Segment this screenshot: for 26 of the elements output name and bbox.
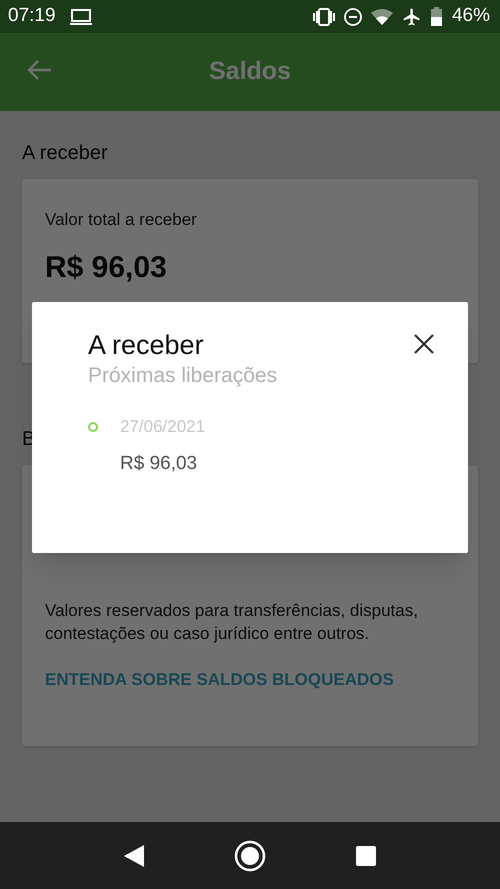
back-nav-button[interactable] <box>124 844 144 866</box>
battery-percentage: 46% <box>452 4 490 28</box>
vibrate-icon <box>312 8 335 26</box>
close-icon <box>414 334 434 354</box>
back-arrow-icon <box>26 59 52 81</box>
description: Valores reservados para transferências, disputas, contestações ou caso jurídico entre outros. <box>45 600 419 645</box>
dialog-subtitle: Próximas liberações <box>88 363 278 389</box>
airplane-icon <box>402 6 422 26</box>
battery-icon <box>430 7 442 26</box>
card-label: Valor total a receber <box>45 209 197 231</box>
amount: R$ 96,03 <box>45 250 167 286</box>
dialog-title: A receber <box>88 329 204 362</box>
page-title: Saldos <box>209 56 291 88</box>
recents-nav-button[interactable] <box>356 846 376 866</box>
do-not-disturb-icon <box>344 8 362 26</box>
wifi-icon <box>370 8 393 24</box>
circle-home-icon <box>234 840 266 872</box>
close-button[interactable] <box>412 332 436 356</box>
laptop-icon <box>70 8 92 24</box>
release-amount: R$ 96,03 <box>120 452 198 476</box>
square-recents-icon <box>356 846 376 866</box>
triangle-back-icon <box>124 844 144 866</box>
clock: 07:19 <box>8 4 56 28</box>
home-nav-button[interactable] <box>234 840 266 872</box>
blocked-balances-link[interactable]: ENTENDA SOBRE SALDOS BLOQUEADOS <box>45 667 394 692</box>
section-heading: A receber <box>22 141 108 165</box>
